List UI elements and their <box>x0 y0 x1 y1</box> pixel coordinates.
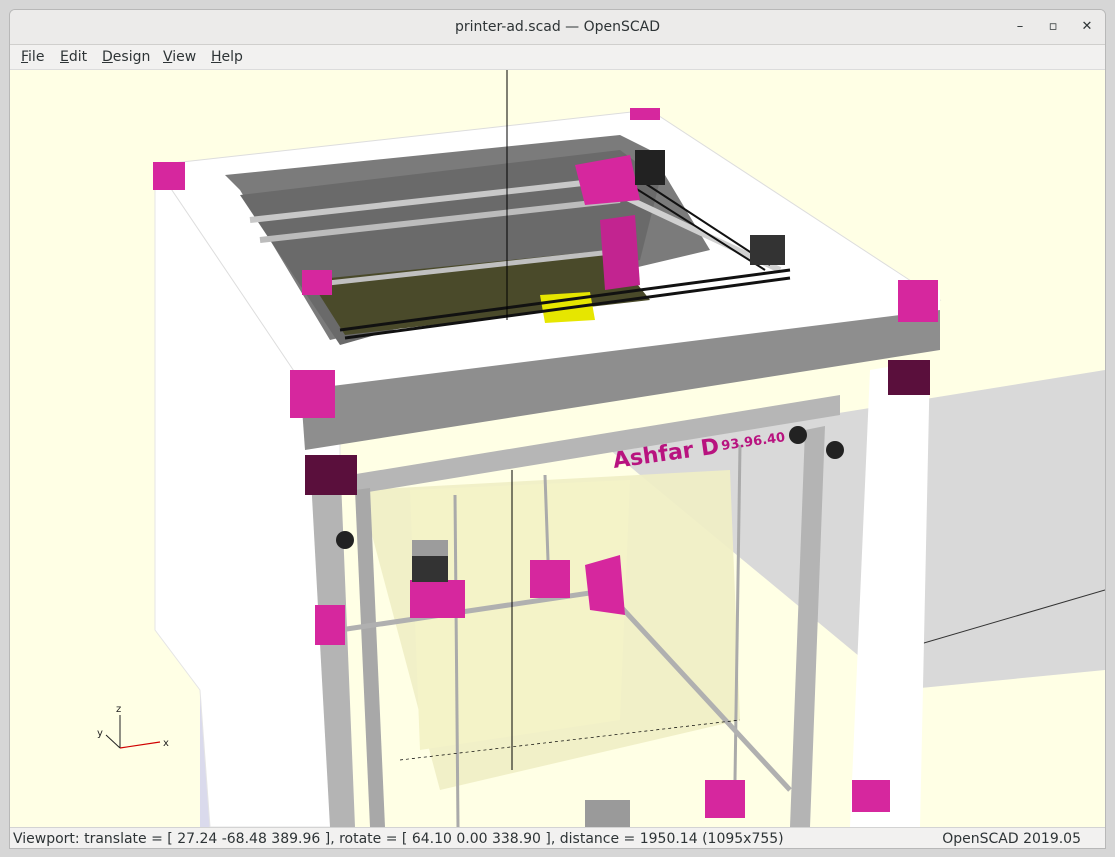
axis-y-label: y <box>97 728 103 739</box>
axis-gizmo: z x y <box>97 704 169 749</box>
bracket-top-back <box>630 108 660 120</box>
bracket-left-mid <box>315 605 345 645</box>
wheel-right <box>789 426 807 444</box>
bracket-front-right <box>888 360 930 395</box>
menu-design[interactable]: Design <box>102 49 150 65</box>
bed-bracket-center <box>530 560 570 598</box>
stepper-bottom <box>585 800 630 827</box>
wheel-left <box>336 531 354 549</box>
bracket-top-right <box>898 280 938 322</box>
window-title: printer-ad.scad — OpenSCAD <box>454 19 661 35</box>
bracket-front-left <box>290 370 335 418</box>
menu-bar: File Edit Design View Help <box>10 45 1105 70</box>
wheel-right-2 <box>826 441 844 459</box>
menu-edit[interactable]: Edit <box>60 49 87 65</box>
maximize-button[interactable]: ▫ <box>1043 17 1063 37</box>
bracket-bottom-right <box>852 780 890 812</box>
menu-help[interactable]: Help <box>211 49 243 65</box>
bracket-top-inner <box>302 270 332 295</box>
bed-bracket-right <box>585 555 625 615</box>
axis-z-label: z <box>116 704 121 715</box>
model-render: Ashfar D 93.96.40 z x y <box>97 70 1105 827</box>
bed-bracket-left <box>410 580 465 618</box>
status-bar: Viewport: translate = [ 27.24 -68.48 389… <box>10 827 1105 848</box>
axis-x-label: x <box>163 738 169 749</box>
version-label: OpenSCAD 2019.05 <box>942 831 1081 847</box>
title-bar[interactable]: printer-ad.scad — OpenSCAD – ▫ ✕ <box>10 10 1105 45</box>
bracket-mid-left <box>305 455 357 495</box>
carriage-mount <box>600 215 640 290</box>
bracket-top-left <box>153 162 185 190</box>
minimize-button[interactable]: – <box>1010 17 1030 37</box>
stepper-top-right <box>750 235 785 265</box>
viewport-status: Viewport: translate = [ 27.24 -68.48 389… <box>13 831 784 847</box>
stepper-top <box>635 150 665 185</box>
close-button[interactable]: ✕ <box>1077 17 1097 37</box>
stepper-z-cap <box>412 540 448 556</box>
bracket-bottom-mid <box>705 780 745 818</box>
menu-file[interactable]: File <box>21 49 44 65</box>
menu-view[interactable]: View <box>163 49 196 65</box>
3d-viewport[interactable]: Ashfar D 93.96.40 z x y <box>10 70 1105 827</box>
openscad-window: printer-ad.scad — OpenSCAD – ▫ ✕ File Ed… <box>9 9 1106 849</box>
